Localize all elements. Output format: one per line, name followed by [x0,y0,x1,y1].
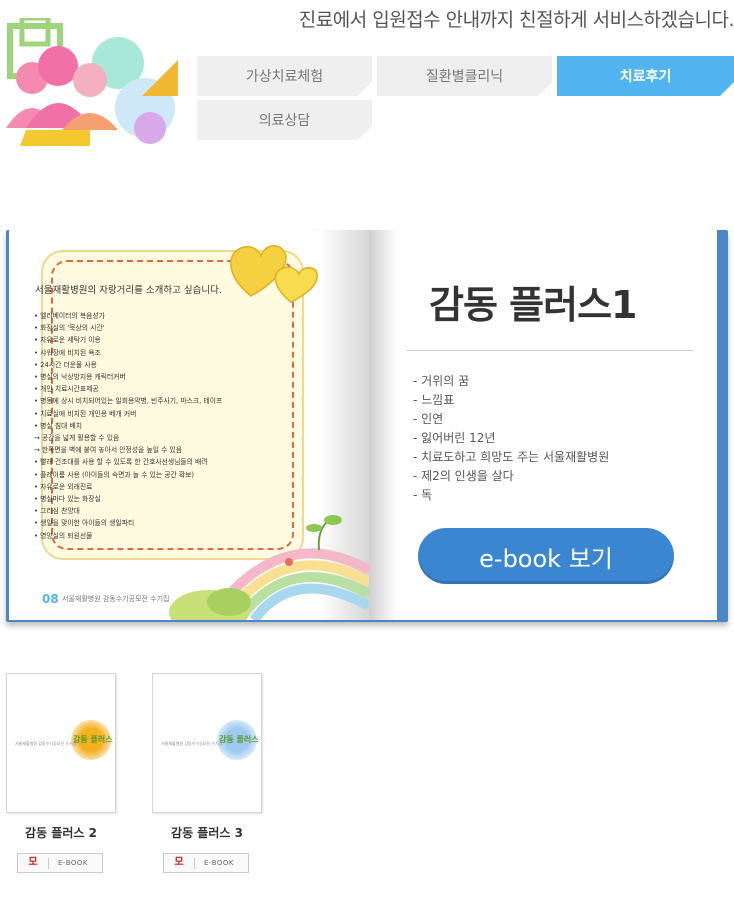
list-item: • 샤워장에 비치된 욕조 [34,348,101,357]
tab-treatment-reviews[interactable]: 치료후기 [557,56,734,96]
list-item: • 병동에 상시 비치되어있는 일회용약병, 빈주사기, 마스크, 테이프 [34,397,223,406]
list-item: • 빨래 건조대를 사용 할 수 있도록 한 간호사선생님들의 배려 [34,458,208,467]
mobile-badge-icon: 모 [174,857,184,868]
list-item: - 느낌표 [413,393,455,407]
ebook-button-2[interactable]: 모 E-BOOK [17,853,103,873]
book-note-title: 서울재활병원의 자랑거리를 소개하고 싶습니다. [35,285,222,296]
tab-virtual-therapy[interactable]: 가상치료체험 [197,56,372,96]
book-label-2: 감동 플러스 2 [25,826,97,840]
list-item: • 치료실에 비치된 개인용 베개 커버 [34,409,137,418]
rainbow-illustration [169,515,369,620]
tab-medical-consultation[interactable]: 의료상담 [197,100,372,140]
ebook-button-label: E-BOOK [204,859,234,867]
chapter-list: - 거위의 꿈 - 느낌표 - 인연 - 잃어버린 12년 - 치료도하고 희망… [413,372,609,505]
hearts-icon [230,245,318,303]
list-item: - 치료도하고 희망도 주는 서울재활병원 [413,450,610,464]
mobile-badge-icon: 모 [28,857,38,868]
list-item: - 잃어버린 12년 [413,431,496,445]
list-item: • 플레이룸 사용 (아이들의 숙면과 놀 수 있는 공간 확보) [34,470,195,479]
list-item: → 공간을 넓게 활용할 수 있음 [34,434,120,443]
list-item: • 엘리베이터의 복음성가 [34,312,105,320]
cover-logo-text: 감동 플러스 [73,735,113,744]
ebook-button-3[interactable]: 모 E-BOOK [163,853,249,873]
featured-book: 서울재활병원의 자랑거리를 소개하고 싶습니다. • 엘리베이터의 복음성가 •… [6,230,728,622]
list-item: • 자유로운 외래진료 [34,482,93,491]
book-thumbnail-2[interactable]: 서울재활병원 감동수기공모전 수기집 감동 플러스 [6,673,116,813]
cover-text: 서울재활병원 감동수기공모전 수기집 [15,741,77,746]
list-item: - 독 [413,488,433,502]
cover-text: 서울재활병원 감동수기공모전 수기집 [161,741,223,746]
list-item: • 24시간 더운물 사용 [34,360,97,369]
family-illustration-logo [6,18,178,146]
header-slogan: 진료에서 입원접수 안내까지 친절하게 서비스하겠습니다. [298,9,734,31]
title-divider [406,350,693,351]
list-item: - 제2의 인생을 살다 [413,469,514,483]
list-item: • 개인 치료시간표제공 [34,385,99,394]
book-thumbnail-3[interactable]: 서울재활병원 감동수기공모전 수기집 감동 플러스 [152,673,262,813]
cover-logo-text: 감동 플러스 [219,735,259,744]
list-item: • 화장실의 '묵상의 시간' [34,324,105,333]
book-right-page: 감동 플러스1 - 거위의 꿈 - 느낌표 - 인연 - 잃어버린 12년 - … [369,230,717,620]
book-label-3: 감동 플러스 3 [171,826,243,840]
page-number: 08 [42,592,59,606]
ebook-button-label: E-BOOK [58,859,88,867]
list-item: • 자유로운 세탁기 이용 [34,336,101,345]
tab-disease-clinic[interactable]: 질환별클리닉 [377,56,552,96]
list-item: - 거위의 꿈 [413,374,470,388]
list-item: → 한쪽면을 벽에 붙여 놓아서 안정성을 높일 수 있음 [34,446,183,455]
view-ebook-button[interactable]: e-book 보기 [418,528,674,584]
book-title: 감동 플러스1 [429,283,637,327]
page-caption: 서울재활병원 감동수기공모전 수기집 [62,595,170,603]
list-item: • 병실의 낙상방지용 캐릭터커버 [34,373,126,382]
list-item: • 병실 침대 배치 [34,421,83,430]
book-left-page: 서울재활병원의 자랑거리를 소개하고 싶습니다. • 엘리베이터의 복음성가 •… [9,230,369,620]
list-item: - 인연 [413,412,444,426]
